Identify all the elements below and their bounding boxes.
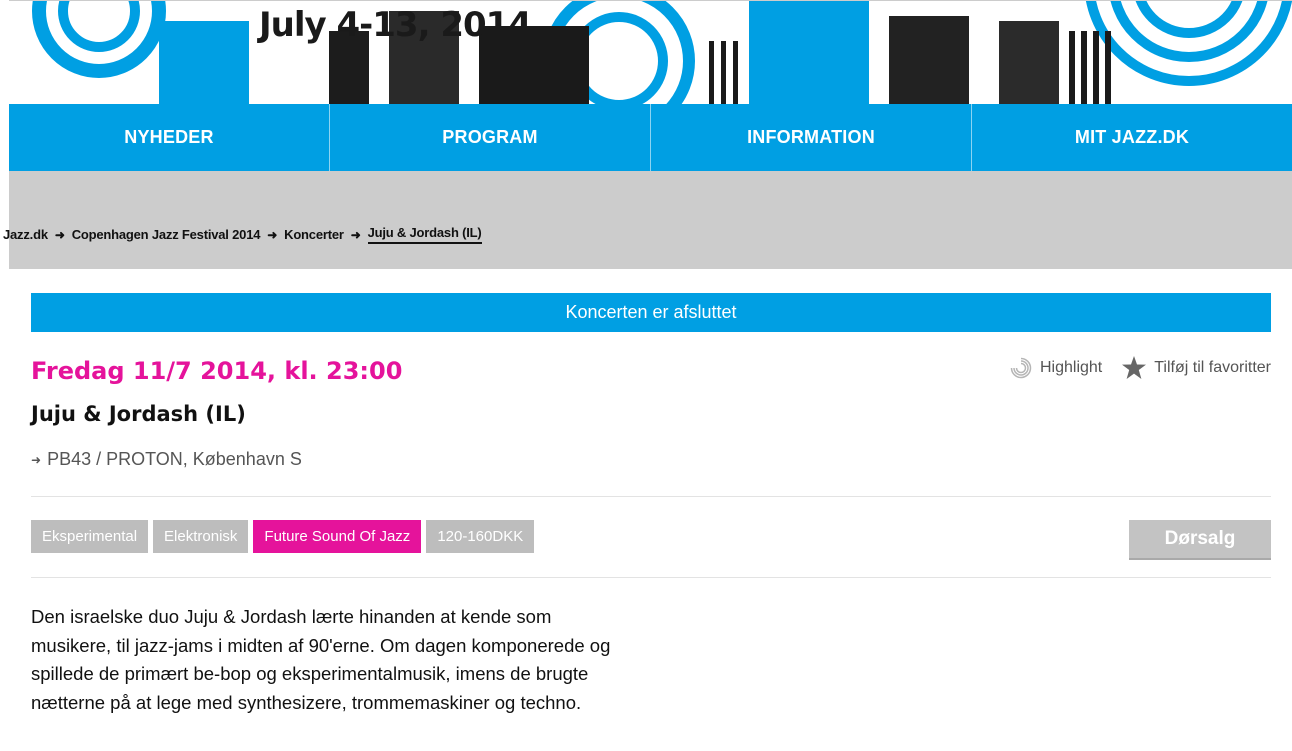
star-icon [1122,356,1147,379]
banner-illustration [9,1,1292,105]
event-title: Juju & Jordash (IL) [31,402,246,426]
event-actions: Highlight Tilføj til favoritter [1009,356,1271,379]
breadcrumb-item-home[interactable]: Jazz.dk [3,227,48,242]
breadcrumb: Jazz.dk ➜ Copenhagen Jazz Festival 2014 … [3,225,482,244]
highlight-button[interactable]: Highlight [1009,356,1103,379]
arrow-right-icon: ➜ [31,452,42,467]
festival-dates: July 4-13, 2014 [259,5,532,45]
header-banner: July 4-13, 2014 [9,0,1292,105]
nav-item-program[interactable]: PROGRAM [329,104,650,171]
event-date: Fredag 11/7 2014, kl. 23:00 [31,357,403,385]
breadcrumb-item-festival[interactable]: Copenhagen Jazz Festival 2014 [72,227,261,242]
arrow-right-icon: ➜ [54,227,65,242]
event-venue[interactable]: ➜ PB43 / PROTON, København S [31,449,302,470]
highlight-label: Highlight [1039,358,1103,376]
tag-genre[interactable]: Elektronisk [153,520,249,553]
arrow-right-icon: ➜ [267,227,278,242]
nav-item-mit-jazz[interactable]: MIT JAZZ.DK [971,104,1292,171]
event-description: Den israelske duo Juju & Jordash lærte h… [31,606,611,713]
tag-series[interactable]: Future Sound Of Jazz [253,520,422,553]
favorite-label: Tilføj til favoritter [1154,358,1271,376]
breadcrumb-band: Jazz.dk ➜ Copenhagen Jazz Festival 2014 … [3,171,1292,269]
tag-price: 120-160DKK [426,520,535,553]
concert-status-bar: Koncerten er afsluttet [31,293,1271,332]
venue-label: PB43 / PROTON, København S [47,449,302,469]
nav-item-nyheder[interactable]: NYHEDER [9,104,329,171]
breadcrumb-item-current: Juju & Jordash (IL) [367,225,482,244]
add-favorite-button[interactable]: Tilføj til favoritter [1122,356,1271,379]
nav-item-information[interactable]: INFORMATION [650,104,971,171]
event-tags: Eksperimental Elektronisk Future Sound O… [31,520,539,553]
main-nav: NYHEDER PROGRAM INFORMATION MIT JAZZ.DK [9,104,1292,171]
divider [31,496,1271,497]
door-sale-button[interactable]: Dørsalg [1129,520,1271,560]
tag-genre[interactable]: Eksperimental [31,520,149,553]
breadcrumb-item-koncerter[interactable]: Koncerter [284,227,344,242]
highlight-swirl-icon [1009,356,1032,378]
arrow-right-icon: ➜ [350,227,361,242]
divider [31,577,1271,578]
